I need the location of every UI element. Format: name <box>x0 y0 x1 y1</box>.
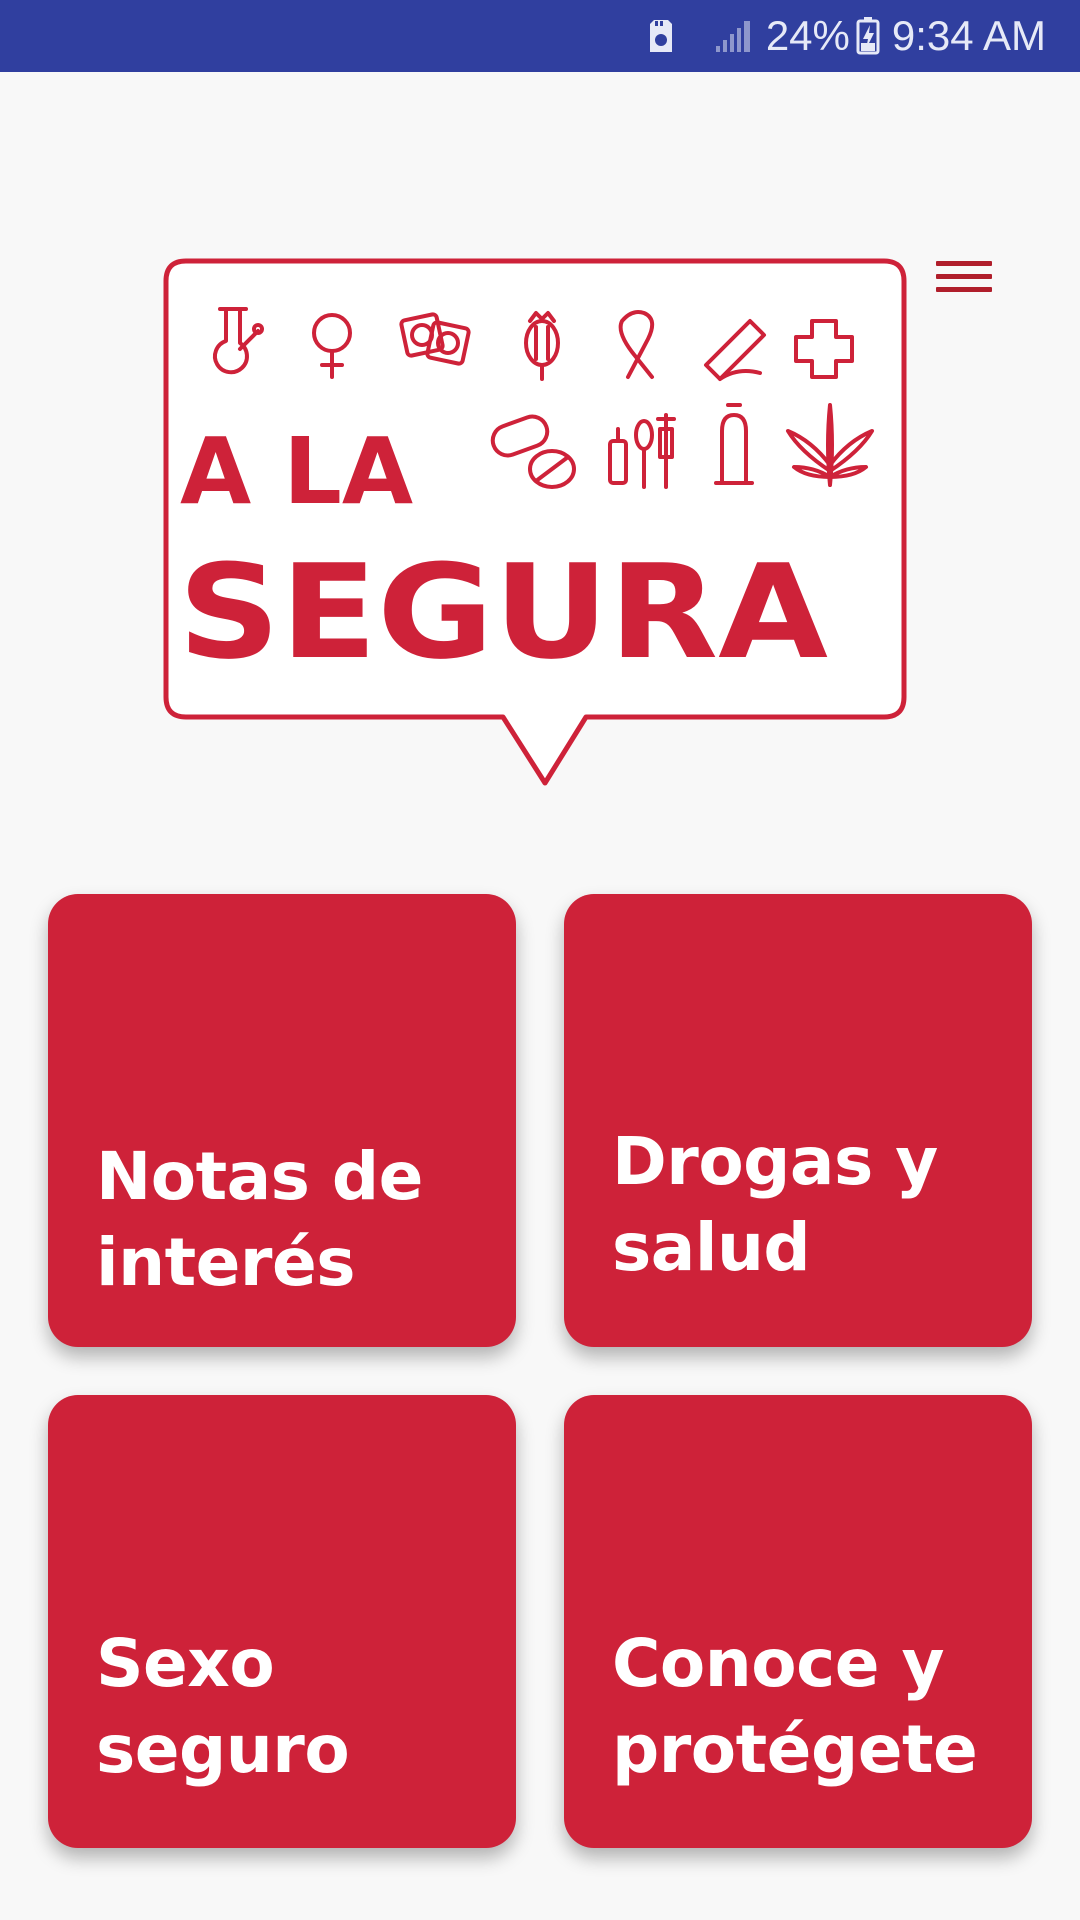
clock: 9:34 AM <box>891 12 1046 59</box>
tile-notas-de-interes[interactable]: Notas de interés <box>48 894 516 1347</box>
tile-label: Sexo seguro <box>96 1621 486 1793</box>
logo-line2: SEGURA <box>178 536 828 688</box>
tile-label: Notas de interés <box>96 1134 486 1306</box>
signal-icon <box>714 18 754 54</box>
menu-bar <box>936 286 992 292</box>
tile-sexo-seguro[interactable]: Sexo seguro <box>48 1395 516 1848</box>
tile-label-line2: salud <box>612 1209 811 1286</box>
tile-label-line2: protégete <box>612 1711 978 1788</box>
tile-label-line1: Drogas y <box>612 1123 938 1200</box>
tile-label: Conoce y protégete <box>612 1621 1002 1793</box>
logo-line1: A LA <box>180 418 413 525</box>
tile-label-line1: Notas de <box>96 1138 423 1215</box>
tile-drogas-y-salud[interactable]: Drogas y salud <box>564 894 1032 1347</box>
status-bar: 24% 9:34 AM <box>0 0 1080 72</box>
tile-conoce-y-protegete[interactable]: Conoce y protégete <box>564 1395 1032 1848</box>
menu-bar <box>936 273 992 279</box>
tile-label-line2: interés <box>96 1224 356 1301</box>
menu-bar <box>936 260 992 266</box>
tile-label-line2: seguro <box>96 1711 350 1788</box>
battery-percent: 24% <box>765 12 850 59</box>
sd-card-icon <box>648 18 674 54</box>
battery-icon <box>856 17 880 55</box>
tile-label-line1: Sexo <box>96 1625 275 1702</box>
tile-label-line1: Conoce y <box>612 1625 945 1702</box>
tile-label: Drogas y salud <box>612 1119 1002 1291</box>
app-logo: A LA SEGURA <box>160 255 920 805</box>
hamburger-menu-icon[interactable] <box>936 248 1000 304</box>
